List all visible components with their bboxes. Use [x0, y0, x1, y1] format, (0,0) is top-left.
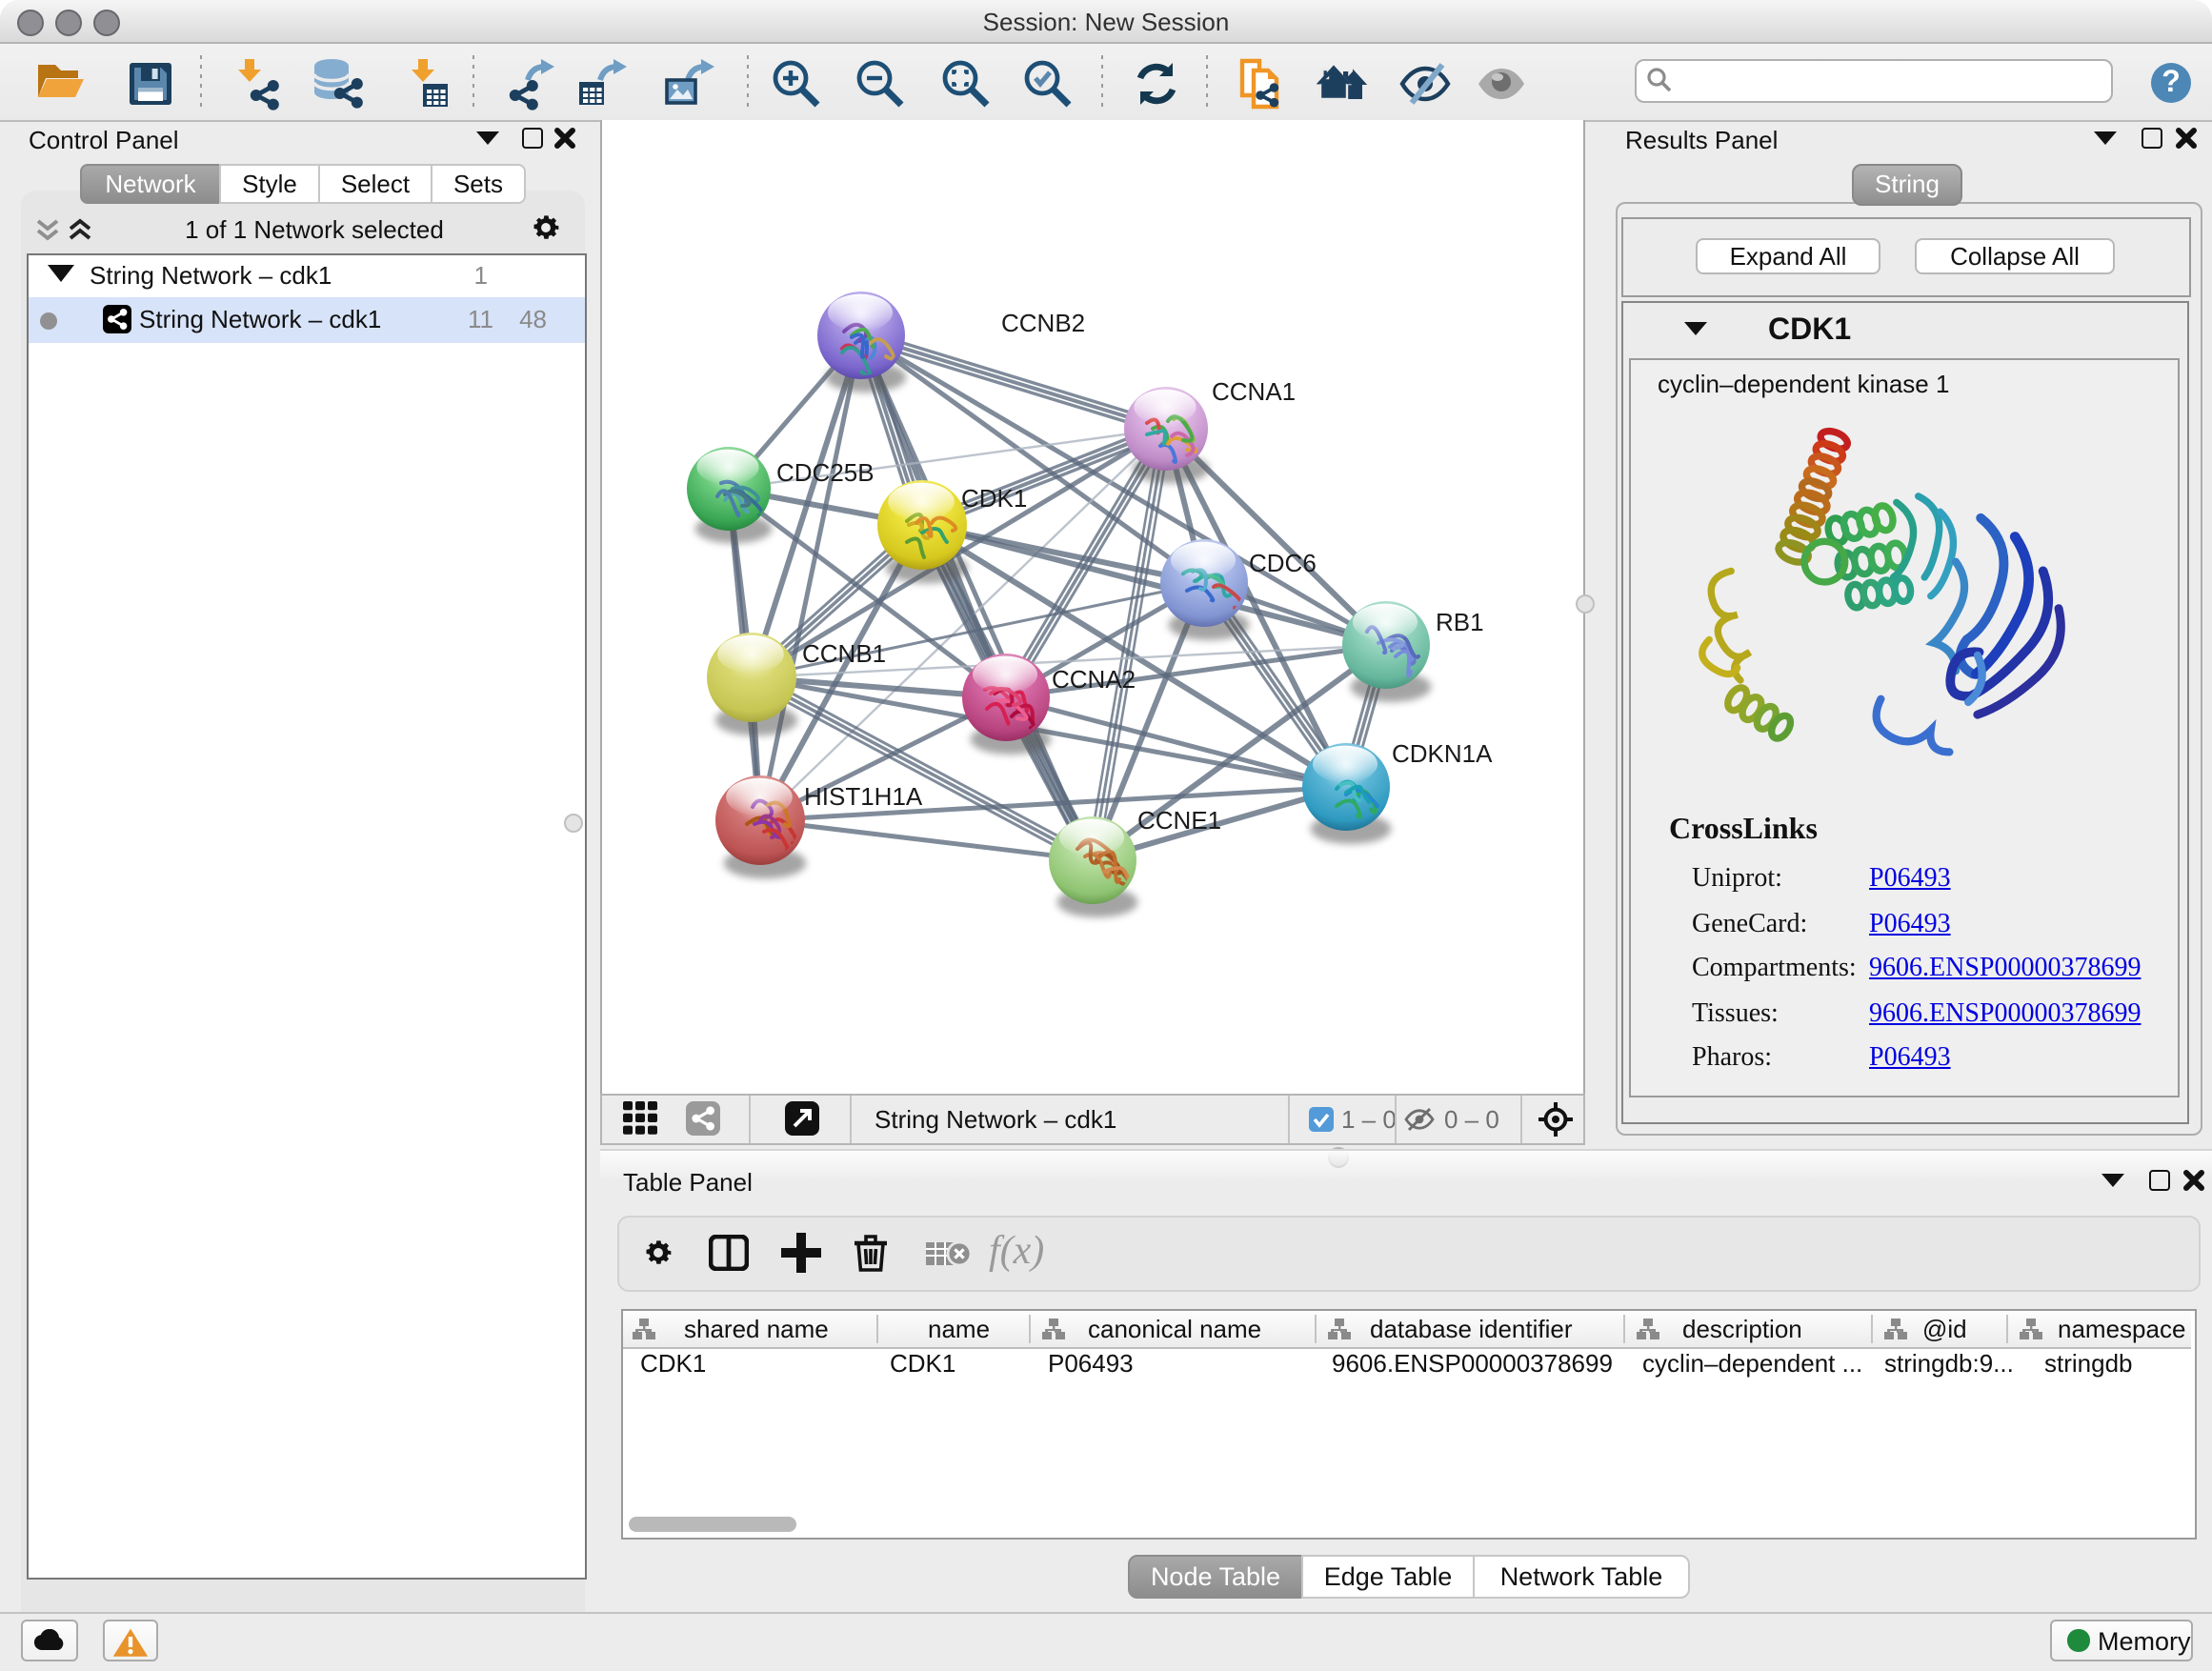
svg-text:RB1: RB1 — [1436, 608, 1484, 636]
svg-text:CCNE1: CCNE1 — [1137, 806, 1221, 835]
svg-text:CCNA1: CCNA1 — [1212, 377, 1296, 406]
svg-text:CDC6: CDC6 — [1249, 549, 1317, 577]
svg-text:HIST1H1A: HIST1H1A — [804, 782, 923, 811]
svg-text:CCNA2: CCNA2 — [1052, 665, 1136, 694]
svg-text:CDKN1A: CDKN1A — [1392, 739, 1493, 768]
svg-text:CCNB2: CCNB2 — [1001, 309, 1085, 337]
svg-text:CCNB1: CCNB1 — [802, 639, 886, 668]
svg-text:CDC25B: CDC25B — [776, 458, 875, 487]
svg-text:CDK1: CDK1 — [961, 484, 1027, 513]
